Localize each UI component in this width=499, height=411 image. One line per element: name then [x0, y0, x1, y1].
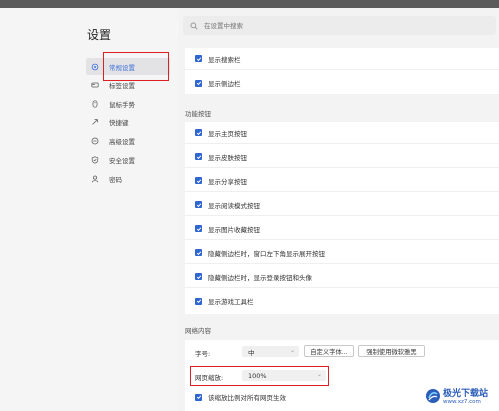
sidebar-item-label: 鼠标手势 — [109, 100, 135, 109]
tab-icon — [86, 81, 103, 89]
zoom-all-row: 该缩放比例对所有网页生效 — [185, 392, 286, 402]
setting-row: 显示分享按钮 — [185, 170, 499, 192]
font-size-label: 字号: — [195, 350, 211, 358]
watermark: 极光下载站 www.xz7.com — [425, 386, 488, 405]
highlight-box-general — [103, 52, 169, 81]
sidebar-item-advanced[interactable]: 高级设置 — [86, 132, 170, 149]
setting-label: 隐藏侧边栏时，显示登录按钮和头像 — [208, 273, 312, 282]
sidebar-item-label: 标签设置 — [109, 81, 135, 90]
checkbox[interactable] — [195, 129, 202, 136]
shield-icon — [86, 155, 103, 164]
setting-row: 隐藏侧边栏时，显示登录按钮和头像 — [185, 266, 499, 288]
checkbox[interactable] — [195, 201, 202, 208]
setting-label: 该缩放比例对所有网页生效 — [208, 394, 286, 402]
setting-label: 显示主页按钮 — [208, 129, 247, 138]
setting-row: 显示图片收藏按钮 — [185, 218, 499, 240]
setting-label: 显示搜索栏 — [208, 55, 241, 64]
sidebar-item-password[interactable]: 密码 — [86, 170, 170, 187]
watermark-name: 极光下载站 — [443, 389, 489, 399]
checkbox[interactable] — [195, 153, 202, 160]
force-ms-yahei-button[interactable]: 强制使用微软雅黑 — [358, 345, 425, 357]
mouse-icon — [86, 99, 103, 108]
font-size-value: 中 — [248, 348, 255, 357]
gear-icon — [86, 63, 103, 71]
setting-row: 显示侧边栏 — [185, 72, 499, 94]
checkbox[interactable] — [195, 177, 202, 184]
setting-row: 显示皮肤按钮 — [185, 146, 499, 168]
setting-label: 隐藏侧边栏时，窗口左下角显示展开按钮 — [208, 249, 325, 258]
sidebar-item-shortcuts[interactable]: 快捷键 — [86, 113, 170, 130]
checkbox[interactable] — [195, 225, 202, 232]
checkbox[interactable] — [195, 249, 202, 256]
setting-label: 显示分享按钮 — [208, 177, 247, 186]
setting-row: 显示搜索栏 — [185, 48, 499, 70]
sidebar-item-label: 安全设置 — [109, 156, 135, 165]
user-icon — [86, 175, 103, 183]
sidebar-item-security[interactable]: 安全设置 — [86, 151, 170, 168]
shortcut-arrow-icon — [86, 118, 103, 126]
page-title: 设置 — [87, 28, 112, 42]
checkbox[interactable] — [195, 297, 202, 305]
search-bar[interactable] — [183, 16, 496, 35]
watermark-url: www.xz7.com — [443, 399, 481, 405]
setting-label: 显示阅读模式按钮 — [208, 201, 260, 210]
custom-font-button[interactable]: 自定义字体... — [304, 345, 354, 357]
font-size-select[interactable]: 中 ⌄ — [242, 346, 299, 357]
search-input[interactable] — [202, 20, 466, 31]
setting-row: 显示游戏工具栏 — [185, 290, 499, 312]
checkbox[interactable] — [195, 273, 202, 280]
setting-row: 隐藏侧边栏时，窗口左下角显示展开按钮 — [185, 242, 499, 264]
aurora-logo-icon — [426, 388, 440, 403]
section-title-function-buttons: 功能按钮 — [185, 110, 211, 118]
section-title-web-content: 网络内容 — [185, 327, 211, 335]
function-buttons-card: 显示主页按钮 显示皮肤按钮 显示分享按钮 显示阅读模式按钮 显示图片收藏按钮 隐… — [185, 122, 499, 314]
setting-label: 显示图片收藏按钮 — [208, 225, 260, 234]
advanced-dots-icon — [86, 137, 103, 145]
checkbox[interactable] — [195, 55, 202, 62]
checkbox[interactable] — [195, 393, 202, 401]
sidebar-item-label: 高级设置 — [109, 137, 135, 146]
setting-row: 显示阅读模式按钮 — [185, 194, 499, 216]
setting-label: 显示皮肤按钮 — [208, 153, 247, 162]
chevron-down-icon: ⌄ — [289, 347, 295, 354]
highlight-box-zoom — [190, 366, 329, 386]
search-icon — [190, 22, 198, 29]
setting-label: 显示游戏工具栏 — [208, 298, 254, 306]
checkbox[interactable] — [195, 79, 202, 87]
sidebar-item-label: 快捷键 — [109, 118, 129, 127]
setting-label: 显示侧边栏 — [208, 80, 241, 88]
sidebar-item-label: 密码 — [109, 175, 122, 184]
toolbar-display-card: 显示搜索栏 显示侧边栏 — [185, 48, 499, 94]
setting-row: 显示主页按钮 — [185, 122, 499, 144]
sidebar-item-mouse-gestures[interactable]: 鼠标手势 — [86, 95, 170, 112]
window-top-bar — [0, 0, 499, 8]
